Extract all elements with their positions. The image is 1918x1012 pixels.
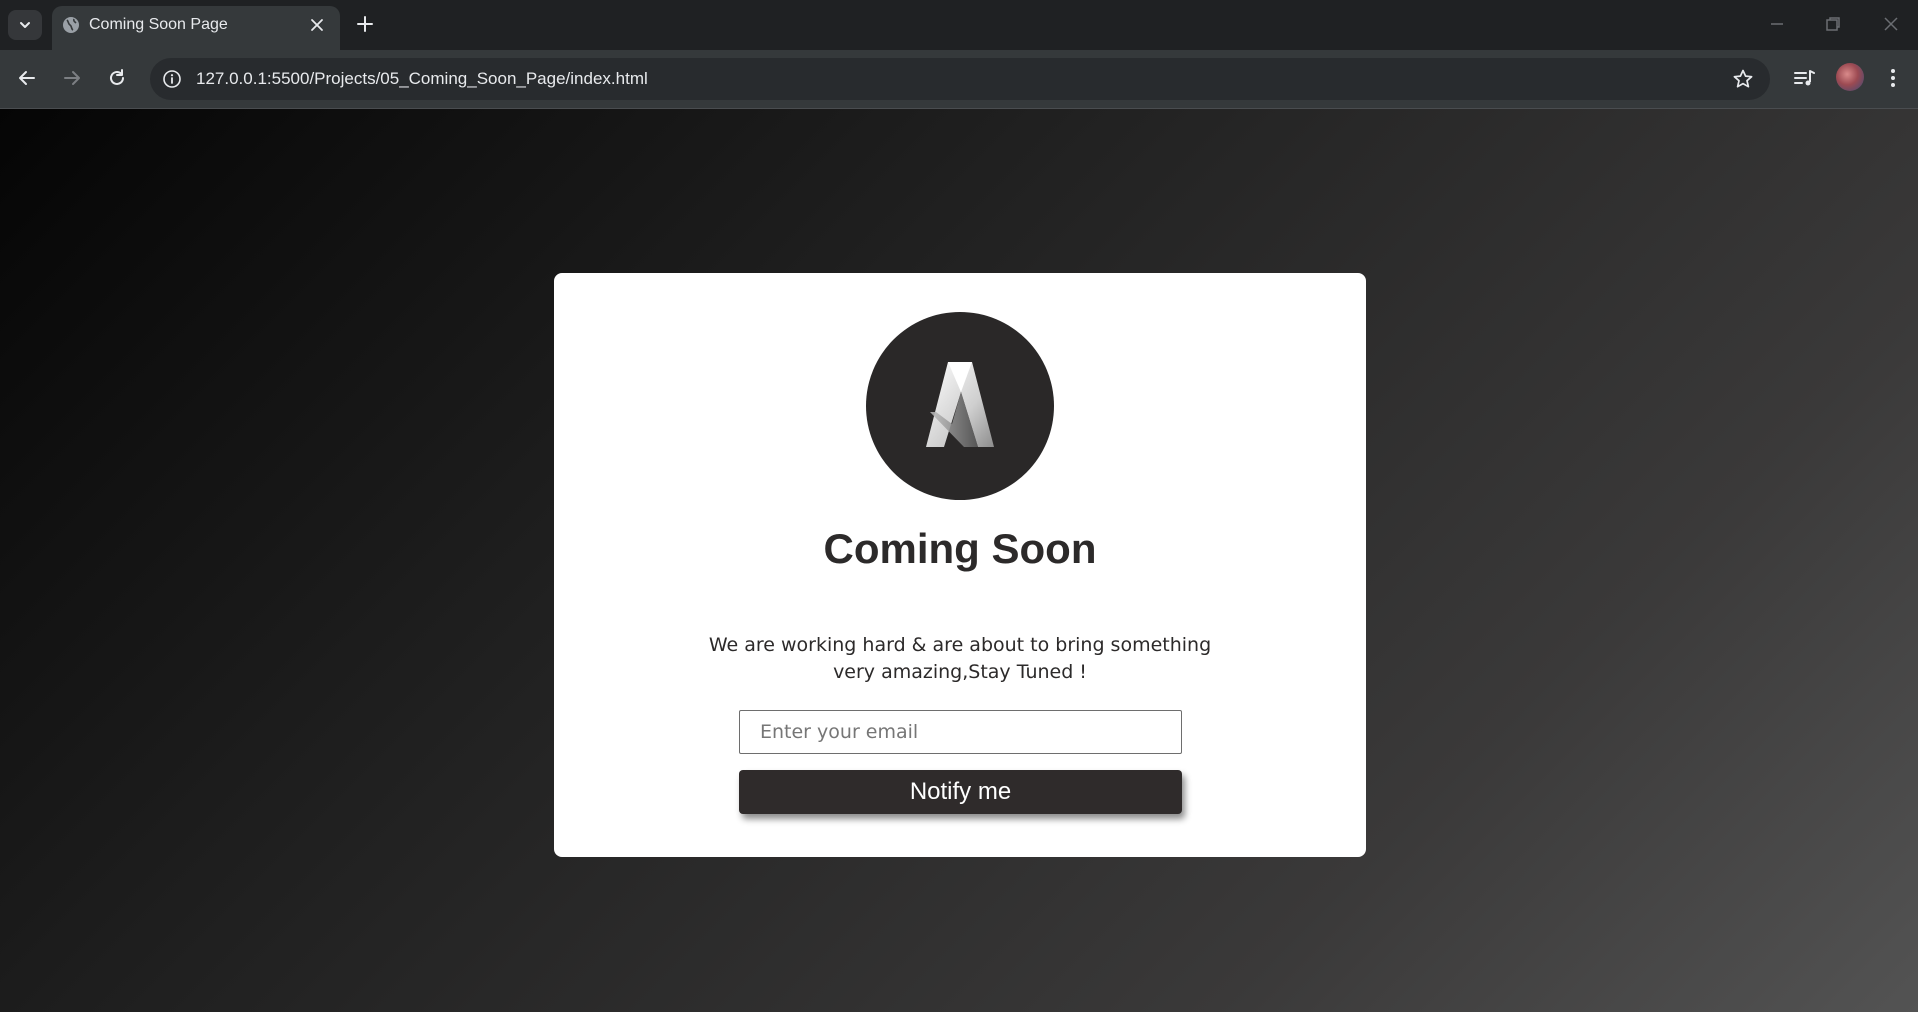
chevron-down-icon — [20, 22, 30, 28]
kebab-menu-icon[interactable] — [1880, 65, 1906, 91]
tab-title: Coming Soon Page — [89, 16, 228, 33]
avatar[interactable] — [1836, 63, 1864, 91]
plus-icon[interactable] — [354, 13, 376, 35]
page-title: Coming Soon — [823, 525, 1097, 572]
info-icon[interactable] — [162, 69, 182, 89]
close-icon[interactable] — [308, 16, 326, 34]
arrow-right-icon[interactable] — [61, 67, 83, 89]
notify-button[interactable]: Notify me — [739, 770, 1182, 814]
tab-active[interactable]: Coming Soon Page — [52, 6, 340, 50]
browser-toolbar: 127.0.0.1:5500/Projects/05_Coming_Soon_P… — [0, 50, 1918, 109]
tab-strip: Coming Soon Page — [0, 0, 1918, 50]
coming-soon-card: Coming Soon We are working hard & are ab… — [554, 273, 1366, 857]
tab-search-button[interactable] — [8, 10, 42, 40]
email-field[interactable] — [739, 710, 1182, 754]
logo — [866, 312, 1054, 500]
reload-icon[interactable] — [106, 67, 128, 89]
minimize-icon[interactable] — [1767, 14, 1787, 34]
restore-icon[interactable] — [1823, 14, 1843, 34]
page-viewport: Coming Soon We are working hard & are ab… — [0, 109, 1918, 1012]
media-queue-icon[interactable] — [1791, 65, 1817, 91]
url-text[interactable]: 127.0.0.1:5500/Projects/05_Coming_Soon_P… — [196, 69, 648, 89]
browser-chrome: Coming Soon Page 127.0.0.1:5500/Projects… — [0, 0, 1918, 109]
star-icon[interactable] — [1732, 68, 1754, 90]
logo-a-icon — [926, 362, 994, 447]
address-bar[interactable]: 127.0.0.1:5500/Projects/05_Coming_Soon_P… — [150, 58, 1770, 100]
window-close-icon[interactable] — [1881, 14, 1901, 34]
globe-icon — [63, 17, 79, 33]
arrow-left-icon[interactable] — [16, 67, 38, 89]
announcement-text: We are working hard & are about to bring… — [708, 634, 1212, 683]
